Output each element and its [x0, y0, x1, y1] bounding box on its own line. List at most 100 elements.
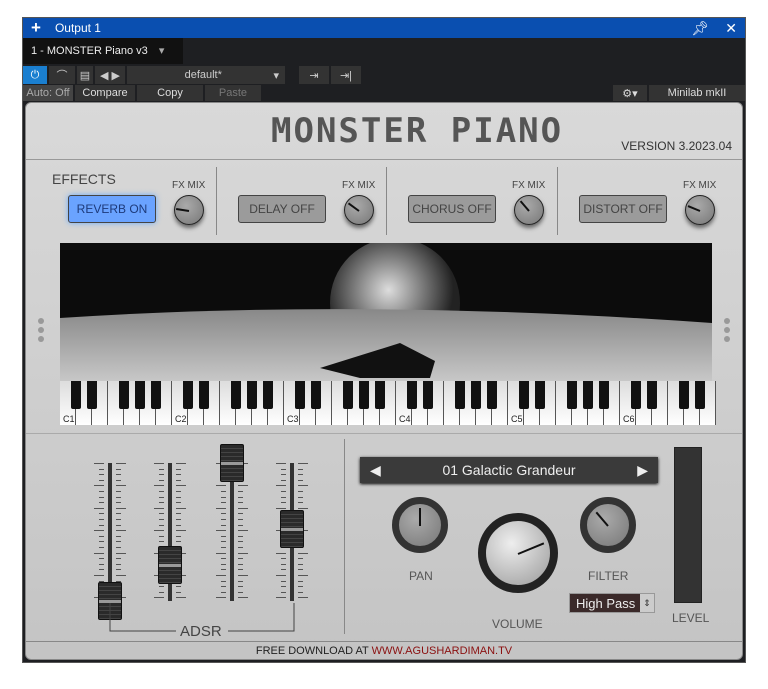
fader-tick	[216, 530, 226, 532]
fader-tick	[238, 552, 248, 554]
sustain-fader-handle[interactable]	[220, 444, 244, 482]
instrument-selector[interactable]: 1 - MONSTER Piano v3 ▾	[23, 38, 183, 64]
piano-keyboard[interactable]: C1 C2 C3 C4 C5 C6	[60, 381, 716, 425]
black-key[interactable]	[87, 381, 97, 409]
black-key[interactable]	[695, 381, 705, 409]
fader-tick	[176, 496, 181, 498]
fader-tick	[176, 519, 181, 520]
preset-selector[interactable]: ◀ 01 Galactic Grandeur ▶	[360, 457, 658, 483]
fader-tick	[159, 468, 164, 470]
black-key[interactable]	[359, 381, 369, 409]
compare-button[interactable]: Compare	[75, 85, 135, 101]
effect-toggle-button[interactable]: REVERB ON	[68, 195, 156, 223]
auto-button[interactable]: Auto: Off	[23, 85, 73, 101]
fader-tick	[176, 502, 181, 504]
black-key[interactable]	[519, 381, 529, 409]
next-preset-icon[interactable]: ▶	[637, 462, 648, 479]
fader-tick	[99, 569, 104, 571]
black-key[interactable]	[631, 381, 641, 409]
fader-tick	[238, 524, 243, 526]
black-key[interactable]	[263, 381, 273, 409]
preset-dropdown[interactable]: default* ▾	[127, 66, 285, 84]
black-key[interactable]	[343, 381, 353, 409]
black-key[interactable]	[375, 381, 385, 409]
fader-tick	[281, 586, 286, 588]
volume-knob[interactable]	[478, 513, 558, 593]
decay-fader-handle[interactable]	[158, 546, 182, 585]
add-icon[interactable]: +	[31, 18, 41, 38]
release-fader-handle[interactable]	[280, 510, 304, 549]
black-key[interactable]	[679, 381, 689, 409]
black-key[interactable]	[183, 381, 193, 409]
fader-tick	[238, 541, 243, 543]
power-button[interactable]: ⏻	[23, 66, 47, 84]
black-key[interactable]	[247, 381, 257, 409]
black-key[interactable]	[471, 381, 481, 409]
fader-tick	[99, 541, 104, 543]
sustain-fader-track[interactable]	[230, 463, 234, 601]
black-key[interactable]	[535, 381, 545, 409]
fx-mix-knob[interactable]	[685, 195, 715, 225]
black-key[interactable]	[407, 381, 417, 409]
black-key[interactable]	[647, 381, 657, 409]
black-key[interactable]	[583, 381, 593, 409]
black-key[interactable]	[311, 381, 321, 409]
pin-icon[interactable]: 📌︎	[691, 20, 709, 37]
preset-file-icon[interactable]: ▤	[77, 66, 93, 84]
fx-mix-knob[interactable]	[514, 195, 544, 225]
adsr-label: ADSR	[180, 623, 222, 640]
black-key[interactable]	[567, 381, 577, 409]
fader-tick	[216, 597, 226, 599]
pan-knob[interactable]	[392, 497, 448, 553]
fader-tick	[94, 507, 104, 509]
fx-mix-label: FX MIX	[683, 180, 717, 191]
filter-knob[interactable]	[580, 497, 636, 553]
fader-tick	[298, 507, 308, 509]
copy-button[interactable]: Copy	[137, 85, 203, 101]
black-key[interactable]	[487, 381, 497, 409]
fx-mix-knob[interactable]	[174, 195, 204, 225]
fader-tick	[116, 541, 121, 543]
attack-fader-track[interactable]	[108, 463, 112, 601]
fader-tick	[238, 563, 243, 565]
black-key[interactable]	[455, 381, 465, 409]
fader-tick	[116, 474, 121, 476]
fader-tick	[238, 485, 248, 487]
preset-nav[interactable]: ◀ ▶	[95, 66, 125, 84]
prev-preset-icon[interactable]: ◀	[370, 462, 381, 479]
website-link[interactable]: WWW.AGUSHARDIMAN.TV	[372, 645, 513, 657]
bypass-icon[interactable]: ⌒	[49, 66, 75, 84]
resize-handle-left[interactable]	[38, 318, 44, 345]
paste-button[interactable]: Paste	[205, 85, 261, 101]
black-key[interactable]	[71, 381, 81, 409]
fx-mix-knob[interactable]	[344, 195, 374, 225]
preset-name: 01 Galactic Grandeur	[442, 462, 576, 478]
knob-pointer	[176, 207, 190, 212]
resize-handle-right[interactable]	[724, 318, 730, 345]
fader-tick	[159, 491, 164, 492]
black-key[interactable]	[231, 381, 241, 409]
close-icon[interactable]: ✕	[725, 20, 737, 37]
fader-tick	[216, 575, 226, 576]
effect-toggle-button[interactable]: CHORUS OFF	[408, 195, 496, 223]
effect-toggle-button[interactable]: DELAY OFF	[238, 195, 326, 223]
knob-pointer	[519, 200, 530, 212]
black-key[interactable]	[119, 381, 129, 409]
black-key[interactable]	[151, 381, 161, 409]
black-key[interactable]	[423, 381, 433, 409]
fader-tick	[116, 507, 126, 509]
stepper-icon: ⇕	[640, 594, 654, 612]
effect-toggle-button[interactable]: DISTORT OFF	[579, 195, 667, 223]
controller-button[interactable]: Minilab mkII	[649, 85, 745, 101]
fader-tick	[116, 530, 126, 532]
filter-type-select[interactable]: High Pass ⇕	[569, 593, 655, 613]
gear-icon[interactable]: ⚙▾	[613, 85, 647, 101]
black-key[interactable]	[135, 381, 145, 409]
black-key[interactable]	[199, 381, 209, 409]
fader-tick	[116, 569, 121, 571]
black-key[interactable]	[599, 381, 609, 409]
fader-tick	[281, 580, 286, 582]
sidechain-icon[interactable]: ⇥	[299, 66, 329, 84]
black-key[interactable]	[295, 381, 305, 409]
next-icon[interactable]: ⇥|	[331, 66, 361, 84]
